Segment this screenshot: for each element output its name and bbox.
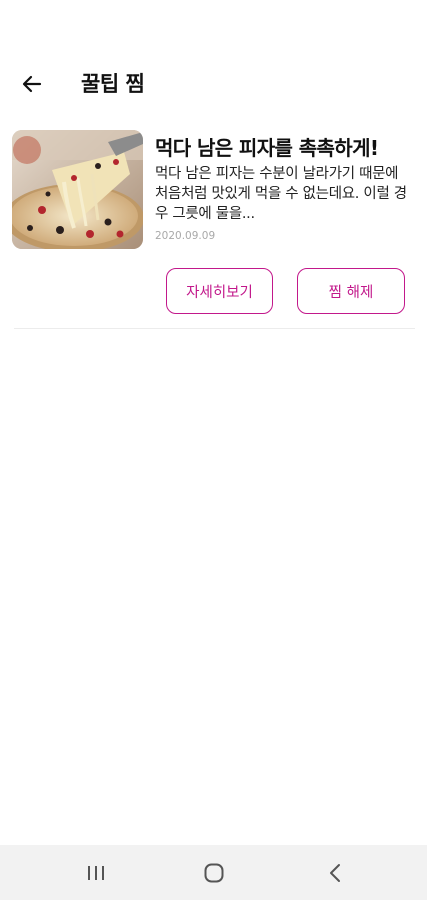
arrow-left-icon [22, 75, 42, 93]
home-icon [204, 863, 224, 883]
pizza-photo [12, 130, 143, 249]
app-header: 꿀팁 찜 [0, 58, 427, 108]
tip-summary: 먹다 남은 피자는 수분이 날라가기 때문에 처음처럼 맛있게 먹을 수 없는데… [155, 166, 407, 222]
favorite-tip-card: 먹다 남은 피자를 촉촉하게! 먹다 남은 피자는 수분이 날라가기 때문에 처… [12, 130, 415, 328]
recent-apps-icon [88, 866, 104, 880]
tip-thumbnail-image[interactable] [12, 130, 143, 249]
view-detail-button[interactable]: 자세히보기 [166, 268, 273, 314]
back-button[interactable] [14, 66, 50, 102]
tip-title[interactable]: 먹다 남은 피자를 촉촉하게! [155, 133, 417, 163]
tip-date: 2020.09.09 [155, 230, 216, 242]
page-title: 꿀팁 찜 [81, 72, 145, 96]
remove-favorite-button[interactable]: 찜 해제 [297, 268, 405, 314]
home-button[interactable] [192, 853, 236, 893]
system-back-button[interactable] [313, 853, 357, 893]
back-chevron-icon [330, 864, 340, 882]
recent-apps-button[interactable] [74, 853, 118, 893]
list-divider [14, 328, 415, 329]
system-navigation-bar [0, 845, 427, 900]
